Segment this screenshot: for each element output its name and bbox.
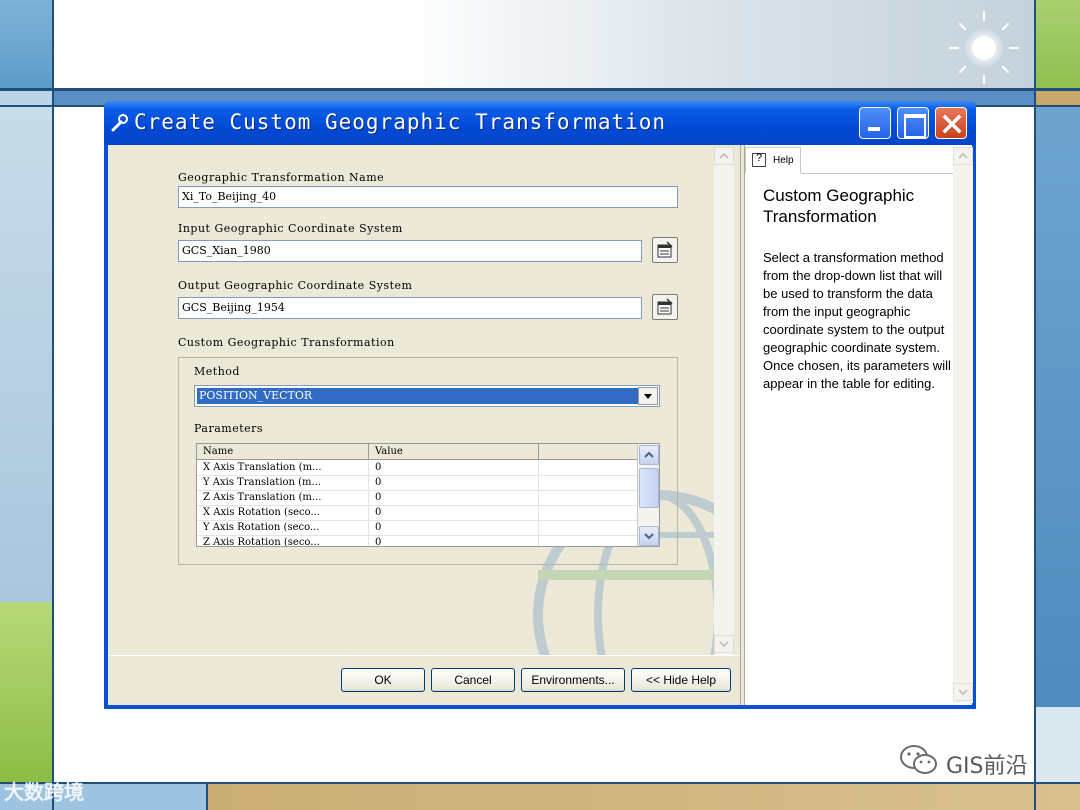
slide-footer-band — [0, 784, 1080, 810]
close-button[interactable] — [935, 107, 967, 139]
parameter-value-cell[interactable]: 0 — [369, 491, 539, 506]
parameter-value-cell[interactable]: 0 — [369, 506, 539, 521]
method-label: Method — [194, 365, 240, 378]
parameters-table-body: X Axis Translation (m... 0 Y Axis Translat… — [197, 461, 637, 546]
chevron-up-icon — [958, 152, 968, 159]
output-gcs-label: Output Geographic Coordinate System — [178, 279, 413, 292]
hide-help-button[interactable]: << Hide Help — [631, 668, 731, 692]
column-header-value[interactable]: Value — [369, 444, 539, 460]
close-icon — [942, 114, 962, 134]
transformation-name-label: Geographic Transformation Name — [178, 171, 385, 184]
table-row[interactable]: Y Axis Rotation (seco... 0 — [197, 521, 637, 536]
create-custom-geographic-transformation-dialog: Create Custom Geographic Transformation … — [104, 101, 976, 709]
help-scroll-down-button[interactable] — [953, 683, 973, 701]
slide-vertical-line — [1034, 0, 1036, 810]
chevron-down-icon — [958, 689, 968, 696]
form-scrollbar[interactable] — [714, 147, 734, 655]
wechat-icon — [900, 745, 937, 774]
help-icon — [752, 152, 766, 167]
slide-vertical-line — [52, 0, 54, 810]
parameter-value-cell[interactable]: 0 — [369, 476, 539, 491]
help-scroll-up-button[interactable] — [953, 147, 973, 165]
parameters-table-header: Name Value — [197, 444, 637, 460]
environments-button[interactable]: Environments... — [521, 668, 625, 692]
slide-band-left — [0, 91, 54, 105]
method-selected-value: POSITION_VECTOR — [197, 388, 639, 404]
help-tab-underline — [801, 173, 953, 174]
input-gcs-label: Input Geographic Coordinate System — [178, 222, 403, 235]
help-description: Select a transformation method from the … — [763, 250, 951, 391]
parameter-name-cell: Z Axis Rotation (seco... — [197, 536, 369, 546]
table-row[interactable]: Z Axis Rotation (seco... 0 — [197, 536, 637, 546]
method-dropdown[interactable]: POSITION_VECTOR — [194, 385, 660, 407]
parameter-name-cell: X Axis Translation (m... — [197, 461, 369, 476]
chevron-up-icon — [719, 152, 729, 159]
cancel-button[interactable]: Cancel — [431, 668, 515, 692]
parameters-form: Geographic Transformation Name Xi_To_Bei… — [108, 145, 734, 655]
parameters-label: Parameters — [194, 422, 264, 435]
output-gcs-field[interactable]: GCS_Beijing_1954 — [178, 297, 642, 319]
watermark-right: GIS前沿 — [946, 754, 1028, 779]
help-scrollbar[interactable] — [953, 147, 973, 703]
dialog-button-bar: OK Cancel Environments... << Hide Help — [108, 655, 740, 705]
slide-footer-divider — [206, 784, 208, 810]
chevron-down-icon — [719, 641, 729, 648]
title-bar[interactable]: Create Custom Geographic Transformation — [104, 101, 976, 145]
slide-header-band — [54, 0, 1034, 88]
parameter-value-cell[interactable]: 0 — [369, 536, 539, 546]
minimize-button[interactable] — [859, 107, 891, 139]
slide-corner-top-right — [1034, 0, 1080, 88]
dialog-client-area: Geographic Transformation Name Xi_To_Bei… — [108, 145, 973, 705]
dialog-title: Create Custom Geographic Transformation — [134, 110, 667, 134]
parameter-name-cell: Y Axis Translation (m... — [197, 476, 369, 491]
scroll-up-button[interactable] — [639, 445, 659, 465]
ok-button[interactable]: OK — [341, 668, 425, 692]
slide-right-column-light — [1034, 707, 1080, 782]
properties-icon — [657, 298, 673, 315]
sunburst-icon — [949, 11, 1019, 84]
table-row[interactable]: Y Axis Translation (m... 0 — [197, 476, 637, 491]
parameter-value-cell[interactable]: 0 — [369, 521, 539, 536]
slide-band-right — [1034, 91, 1080, 105]
parameter-name-cell: Y Axis Rotation (seco... — [197, 521, 369, 536]
help-panel: Help Custom Geographic Transformation Se… — [744, 145, 973, 705]
input-gcs-properties-button[interactable] — [652, 237, 678, 263]
scroll-thumb[interactable] — [639, 468, 659, 508]
slide-left-column-green — [0, 602, 54, 782]
chevron-up-icon — [644, 451, 654, 458]
input-gcs-field[interactable]: GCS_Xian_1980 — [178, 240, 642, 262]
parameters-table-scrollbar[interactable] — [637, 444, 659, 546]
help-tab[interactable]: Help — [745, 147, 801, 173]
slide-corner-top-left — [0, 0, 54, 88]
help-title: Custom Geographic Transformation — [763, 186, 915, 226]
slide-left-column — [0, 107, 54, 602]
chevron-down-icon — [644, 533, 654, 540]
properties-icon — [657, 241, 673, 258]
table-row[interactable]: X Axis Rotation (seco... 0 — [197, 506, 637, 521]
chevron-down-icon[interactable] — [638, 387, 658, 405]
wrench-icon — [111, 114, 128, 132]
output-gcs-properties-button[interactable] — [652, 294, 678, 320]
form-scroll-down-button[interactable] — [714, 635, 734, 653]
watermark-left: 大数跨境 — [4, 780, 84, 804]
column-header-name[interactable]: Name — [197, 444, 369, 460]
custom-transformation-label: Custom Geographic Transformation — [178, 336, 395, 349]
parameter-value-cell[interactable]: 0 — [369, 461, 539, 476]
parameter-name-cell: Z Axis Translation (m... — [197, 491, 369, 506]
table-row[interactable]: X Axis Translation (m... 0 — [197, 461, 637, 476]
scroll-down-button[interactable] — [639, 526, 659, 546]
parameter-name-cell: X Axis Rotation (seco... — [197, 506, 369, 521]
slide-right-column — [1034, 107, 1080, 707]
help-tab-label: Help — [773, 155, 794, 166]
transformation-name-field[interactable]: Xi_To_Beijing_40 — [178, 186, 678, 208]
maximize-button[interactable] — [897, 107, 929, 139]
parameters-table: Name Value X Axis Translation (m... 0 Y Ax… — [196, 443, 660, 547]
table-row[interactable]: Z Axis Translation (m... 0 — [197, 491, 637, 506]
form-scroll-up-button[interactable] — [714, 147, 734, 165]
